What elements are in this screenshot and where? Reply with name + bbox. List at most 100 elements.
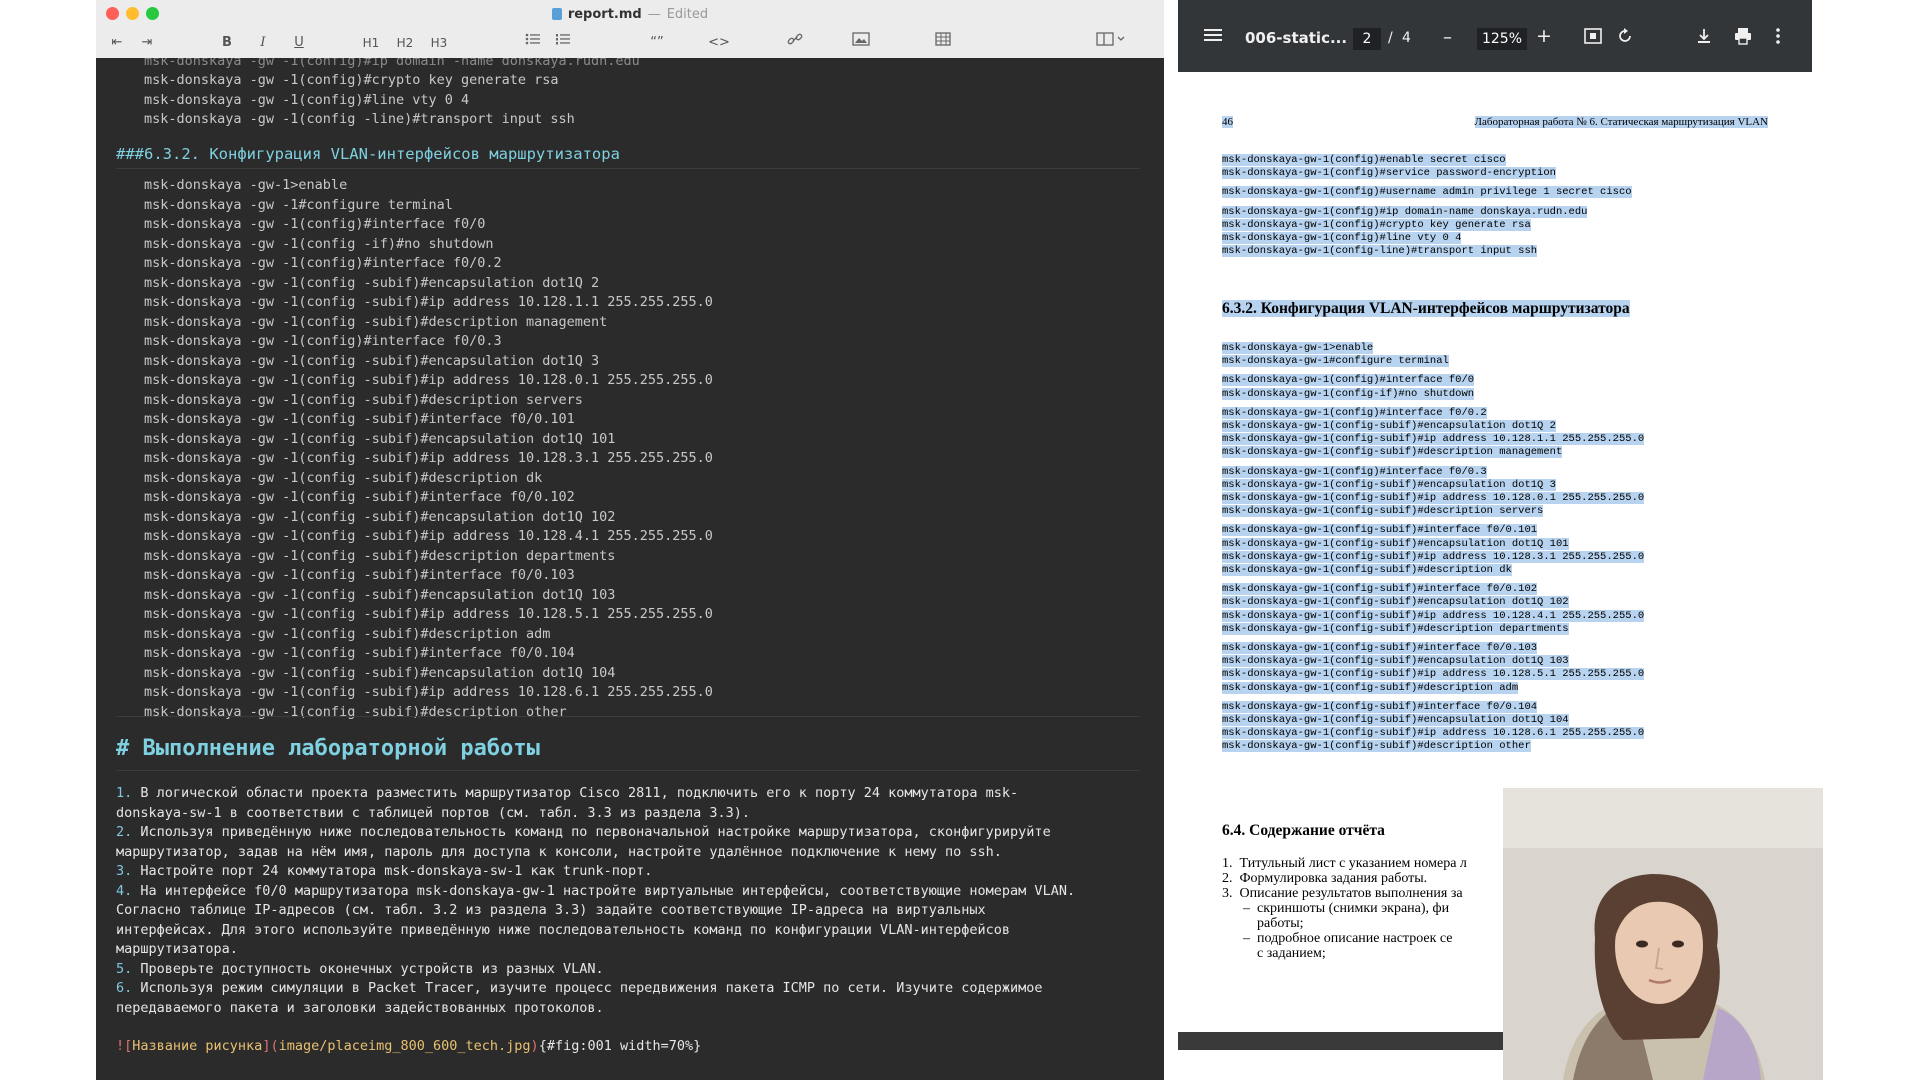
pdf-code-line: msk-donskaya-gw-1(config-subif)#ip addre… bbox=[1222, 727, 1645, 740]
code-line: msk-donskaya -gw -1(config -subif)#inter… bbox=[144, 489, 575, 505]
pdf-code-line: msk-donskaya-gw-1(config)#interface f0/0… bbox=[1222, 465, 1487, 478]
pdf-code-text: msk-donskaya-gw-1(config-subif)#ip addre… bbox=[1222, 609, 1645, 622]
pdf-code-text: msk-donskaya-gw-1(config)#interface f0/0… bbox=[1222, 406, 1487, 419]
heading-markup: ### bbox=[116, 145, 144, 163]
pdf-report-item: работы; bbox=[1222, 916, 1304, 931]
heading-underline bbox=[116, 168, 1140, 169]
list-item-number: 3. bbox=[116, 863, 141, 879]
code-line: msk-donskaya -gw -1(config -subif)#inter… bbox=[144, 567, 575, 583]
pdf-code-text: msk-donskaya-gw-1(config-subif)#descript… bbox=[1222, 740, 1531, 753]
code-line-partial: msk-donskaya -gw -1(config)#ip domain -n… bbox=[144, 58, 640, 69]
quote-button[interactable]: “” bbox=[646, 32, 668, 54]
pdf-code-line: msk-donskaya-gw-1(config-subif)#descript… bbox=[1222, 505, 1544, 518]
zoom-out-button[interactable]: – bbox=[1443, 27, 1452, 48]
bold-button[interactable]: B bbox=[216, 32, 238, 54]
code-line: msk-donskaya -gw -1(config -subif)#encap… bbox=[144, 508, 616, 525]
pdf-code-text: msk-donskaya-gw-1(config-subif)#encapsul… bbox=[1222, 596, 1569, 609]
pdf-report-item: с заданием; bbox=[1222, 946, 1326, 961]
code-line: msk-donskaya -gw -1(config -subif)#descr… bbox=[144, 313, 608, 330]
more-options-icon[interactable] bbox=[1775, 27, 1781, 49]
code-line: msk-donskaya -gw -1(config -subif)#descr… bbox=[144, 547, 616, 564]
pdf-code-line: msk-donskaya-gw-1>enable bbox=[1222, 342, 1374, 354]
pdf-code-line: msk-donskaya-gw-1(config-subif)#encapsul… bbox=[1222, 478, 1556, 491]
list-item-line: 5. Проверьте доступность оконечных устро… bbox=[116, 960, 604, 977]
code-line: msk-donskaya -gw -1(config -subif)#inter… bbox=[144, 645, 575, 661]
pdf-code-line: msk-donskaya-gw-1(config)#service passwo… bbox=[1222, 167, 1556, 180]
editor-text-area[interactable]: msk-donskaya -gw -1(config)#ip domain -n… bbox=[96, 58, 1164, 1080]
pdf-code-text: msk-donskaya-gw-1(config-subif)#interfac… bbox=[1222, 700, 1538, 713]
pdf-code-line: msk-donskaya-gw-1#configure terminal bbox=[1222, 355, 1449, 368]
rotate-icon[interactable] bbox=[1616, 27, 1634, 49]
zoom-level[interactable]: 125% bbox=[1477, 28, 1527, 50]
download-icon[interactable] bbox=[1696, 27, 1712, 49]
list-item-line: 6. Используя режим симуляции в Packet Tr… bbox=[116, 980, 1043, 996]
pdf-code-line: msk-donskaya-gw-1(config-subif)#descript… bbox=[1222, 564, 1512, 576]
indent-button[interactable]: ⇥ bbox=[136, 32, 158, 54]
code-line: msk-donskaya -gw -1(config -if)#no shutd… bbox=[144, 235, 494, 252]
pdf-code-line: msk-donskaya-gw-1(config-subif)#encapsul… bbox=[1222, 714, 1569, 726]
heading2-button[interactable]: H2 bbox=[392, 32, 418, 54]
pdf-code-text: msk-donskaya-gw-1(config-subif)#ip addre… bbox=[1222, 550, 1645, 563]
pdf-code-text: msk-donskaya-gw-1(config)#interface f0/0 bbox=[1222, 374, 1475, 387]
code-line: msk-donskaya -gw -1(config -subif)#encap… bbox=[144, 586, 616, 603]
page-number-input[interactable]: 2 bbox=[1353, 28, 1381, 50]
fit-page-icon[interactable] bbox=[1584, 28, 1602, 48]
list-item-line: 2. Используя приведённую ниже последоват… bbox=[116, 824, 1051, 840]
pdf-code-line: msk-donskaya-gw-1(config-subif)#encapsul… bbox=[1222, 537, 1569, 550]
numbered-list-icon[interactable] bbox=[552, 32, 574, 54]
image-markdown-line: ![Название рисунка](image/placeimg_800_6… bbox=[116, 1038, 701, 1054]
layout-toggle-icon[interactable] bbox=[1094, 32, 1128, 54]
print-icon[interactable] bbox=[1734, 27, 1752, 49]
list-item-number: 5. bbox=[116, 960, 141, 977]
heading3-button[interactable]: H3 bbox=[426, 32, 452, 54]
pdf-code-text: msk-donskaya-gw-1(config-subif)#encapsul… bbox=[1222, 478, 1556, 491]
pdf-code-line: msk-donskaya-gw-1(config-subif)#interfac… bbox=[1222, 524, 1538, 537]
pdf-section-6-3-2: 6.3.2. Конфигурация VLAN-интерфейсов мар… bbox=[1222, 300, 1630, 318]
heading1-button[interactable]: H1 bbox=[358, 32, 384, 54]
code-line: msk-donskaya -gw -1(config -subif)#encap… bbox=[144, 664, 616, 681]
page-separator: / bbox=[1388, 30, 1393, 46]
pdf-code-text: msk-donskaya-gw-1(config-subif)#descript… bbox=[1222, 446, 1563, 459]
pdf-code-text: msk-donskaya-gw-1#configure terminal bbox=[1222, 355, 1449, 368]
pdf-code-line: msk-donskaya-gw-1(config-subif)#ip addre… bbox=[1222, 550, 1645, 563]
pdf-code-text: msk-donskaya-gw-1(config-subif)#encapsul… bbox=[1222, 655, 1569, 668]
pdf-code-line: msk-donskaya-gw-1(config-line)#transport… bbox=[1222, 245, 1538, 258]
outdent-button[interactable]: ⇤ bbox=[106, 32, 128, 54]
list-item-number: 1. bbox=[116, 785, 141, 801]
pdf-code-line: msk-donskaya-gw-1(config-subif)#ip addre… bbox=[1222, 433, 1645, 446]
pdf-code-line: msk-donskaya-gw-1(config-subif)#encapsul… bbox=[1222, 420, 1556, 432]
underline-button[interactable]: U bbox=[288, 32, 310, 54]
image-alt-text: Название рисунка bbox=[132, 1038, 263, 1054]
image-icon[interactable] bbox=[850, 32, 872, 54]
image-mid-bracket: ]( bbox=[262, 1038, 279, 1054]
pdf-report-item: – скриншоты (снимки экрана), фи bbox=[1222, 901, 1450, 916]
code-line: msk-donskaya -gw -1(config -subif)#inter… bbox=[144, 411, 575, 427]
editor-toolbar: ⇤ ⇥ B I U H1 H2 H3 “” <> bbox=[96, 28, 1164, 59]
link-icon[interactable] bbox=[784, 32, 806, 54]
pdf-code-text: msk-donskaya-gw-1(config-line)#transport… bbox=[1222, 245, 1538, 258]
table-icon[interactable] bbox=[932, 32, 954, 54]
pdf-code-line: msk-donskaya-gw-1(config-if)#no shutdown bbox=[1222, 387, 1475, 400]
image-open-bracket: ![ bbox=[116, 1038, 133, 1054]
webcam-overlay bbox=[1503, 788, 1823, 1080]
pdf-report-item: 2. Формулировка задания работы. bbox=[1222, 871, 1428, 886]
code-button[interactable]: <> bbox=[708, 32, 730, 54]
code-line: msk-donskaya -gw -1(config -subif)#ip ad… bbox=[144, 528, 713, 544]
document-icon bbox=[551, 8, 562, 20]
webcam-person-image bbox=[1503, 788, 1823, 1080]
menu-icon[interactable] bbox=[1204, 27, 1222, 47]
list-item-number: 2. bbox=[116, 824, 141, 840]
pdf-filename: 006-static... bbox=[1245, 29, 1348, 47]
pdf-code-line: msk-donskaya-gw-1(config-subif)#descript… bbox=[1222, 446, 1563, 459]
pdf-code-text: msk-donskaya-gw-1(config-subif)#descript… bbox=[1222, 681, 1519, 694]
italic-button[interactable]: I bbox=[252, 32, 274, 54]
bulleted-list-icon[interactable] bbox=[522, 32, 544, 54]
pdf-code-text: msk-donskaya-gw-1(config-subif)#interfac… bbox=[1222, 583, 1538, 596]
pdf-section-6-4: 6.4. Содержание отчёта bbox=[1222, 822, 1385, 839]
image-close-bracket: ) bbox=[530, 1038, 539, 1054]
editor-scrollbar[interactable] bbox=[1156, 58, 1164, 1080]
zoom-in-button[interactable]: + bbox=[1536, 25, 1552, 47]
pdf-code-line: msk-donskaya-gw-1(config-subif)#ip addre… bbox=[1222, 492, 1645, 504]
list-item-line: donskaya-sw-1 в соответствии с таблицей … bbox=[116, 804, 750, 821]
pdf-code-text: msk-donskaya-gw-1(config-subif)#interfac… bbox=[1222, 524, 1538, 537]
